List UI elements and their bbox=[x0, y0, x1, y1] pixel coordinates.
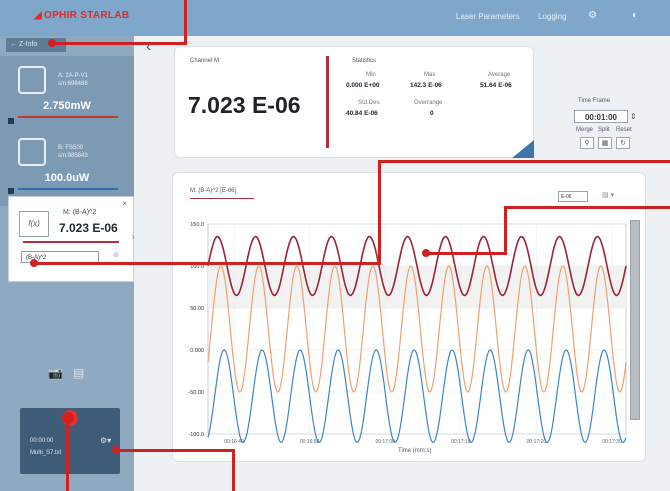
math-channel-color-bar bbox=[23, 241, 119, 243]
sensor-panel-a[interactable]: A: 2A-P-V1 s/n:698488 2.750mW bbox=[0, 56, 134, 134]
y-tick-label: 0.000 bbox=[190, 348, 204, 354]
merge-label: Merge bbox=[576, 127, 594, 133]
chart-title-underline bbox=[190, 198, 254, 199]
callout-line bbox=[184, 0, 187, 44]
sidebar-header-button[interactable]: ← Z-Info bbox=[6, 38, 66, 52]
y-tick-label: 150.0 bbox=[190, 222, 204, 228]
y-tick-label: -100.0 bbox=[188, 432, 204, 438]
sensor-b-value: 100.0uW bbox=[44, 172, 90, 184]
math-channel-panel[interactable]: × f(x) M: (B-A)^2 7.023 E-06 (B-A)^2 ⊘ bbox=[8, 196, 134, 282]
chart-type-menu-icon[interactable]: ▤ ▾ bbox=[602, 191, 614, 199]
stat-min-label: Min bbox=[366, 72, 376, 78]
sensor-a-name: A: 2A-P-V1 bbox=[58, 73, 89, 79]
stat-max-label: Max bbox=[424, 72, 436, 78]
record-time: 00:00:00 bbox=[30, 438, 54, 444]
plot-band bbox=[208, 266, 626, 308]
callout-line bbox=[232, 449, 235, 491]
channel-reading: 7.023 E-06 bbox=[188, 92, 301, 118]
sensor-b-serial: s/n:985843 bbox=[58, 153, 88, 159]
time-frame-stepper-icon[interactable]: ⇕ bbox=[630, 112, 637, 121]
sensor-a-color-bar bbox=[18, 116, 118, 118]
callout-line bbox=[66, 420, 69, 491]
stat-average-value: 51.64 E-06 bbox=[480, 82, 512, 89]
sensor-b-name: B: FS500 bbox=[58, 145, 84, 151]
menu-laser-parameters[interactable]: Laser Parameters bbox=[456, 12, 520, 21]
reset-label: Reset bbox=[616, 127, 632, 133]
clear-formula-icon[interactable]: ⊘ bbox=[113, 251, 119, 259]
stat-max-value: 142.3 E-06 bbox=[410, 82, 442, 89]
stat-stddev-value: 40.84 E-06 bbox=[346, 110, 378, 117]
sensor-panel-b[interactable]: B: FS500 s/n:985843 100.0uW bbox=[0, 128, 134, 206]
plot-area bbox=[207, 223, 627, 435]
power-sensor-icon bbox=[18, 66, 46, 94]
math-channel-title: M: (B-A)^2 bbox=[63, 209, 97, 216]
callout-line bbox=[504, 206, 507, 254]
stat-stddev-label: Std.Dev. bbox=[358, 100, 381, 106]
settings-gear-icon[interactable]: ⚙ bbox=[588, 10, 597, 21]
stat-min-value: 0.000 E+00 bbox=[346, 82, 380, 89]
line-chart[interactable]: 150.0100.050.000.000-50.00-100.000:16:40… bbox=[178, 210, 638, 460]
x-tick-label: 00:17:00 bbox=[375, 439, 395, 445]
close-icon[interactable]: × bbox=[122, 199, 127, 208]
merge-button[interactable]: ⚲ bbox=[580, 137, 594, 149]
callout-dot bbox=[30, 259, 38, 267]
callout-line bbox=[118, 449, 234, 452]
record-filename: Multi_S7.txt bbox=[30, 450, 62, 456]
stat-overrange-value: 0 bbox=[430, 110, 434, 117]
callout-line bbox=[426, 252, 507, 255]
app-logo: ◢ OPHIR STARLAB bbox=[34, 10, 130, 21]
collapse-sidebar-icon[interactable]: ‹ bbox=[146, 38, 151, 56]
reset-button[interactable]: ↻ bbox=[616, 137, 630, 149]
help-icon[interactable]: ◐ bbox=[632, 10, 638, 21]
channel-name: Channel M bbox=[190, 58, 220, 64]
sensor-a-serial: s/n:698488 bbox=[58, 81, 88, 87]
camera-icon[interactable]: 📷 bbox=[48, 366, 63, 380]
math-channel-value: 7.023 E-06 bbox=[59, 221, 118, 235]
split-label: Split bbox=[598, 127, 610, 133]
callout-line bbox=[378, 160, 381, 264]
chart-title: M: (B-A)^2 [E-06] bbox=[190, 188, 237, 194]
stat-average-label: Average bbox=[488, 72, 511, 78]
callout-dot bbox=[422, 249, 430, 257]
menu-logging[interactable]: Logging bbox=[538, 12, 566, 21]
split-button[interactable]: ▦ bbox=[598, 137, 612, 149]
sensor-a-value: 2.750mW bbox=[43, 100, 91, 112]
y-tick-label: 50.00 bbox=[190, 306, 204, 312]
document-icon[interactable]: ▤ bbox=[73, 366, 84, 380]
sensor-b-marker-icon bbox=[8, 188, 14, 194]
time-frame-input[interactable]: 00:01:00 bbox=[574, 110, 628, 123]
time-frame-label: Time Frame bbox=[578, 98, 611, 104]
record-settings-icon[interactable]: ⚙▾ bbox=[100, 436, 111, 445]
x-tick-label: 00:17:30 bbox=[602, 439, 622, 445]
callout-line bbox=[504, 206, 670, 209]
channel-color-divider bbox=[326, 56, 329, 148]
x-tick-label: 00:17:20 bbox=[527, 439, 547, 445]
function-icon: f(x) bbox=[19, 211, 49, 237]
vertical-scrollbar[interactable] bbox=[630, 220, 640, 420]
callout-line bbox=[34, 262, 381, 265]
energy-sensor-icon bbox=[18, 138, 46, 166]
statistics-title: Statistics bbox=[352, 58, 377, 64]
stat-overrange-label: Overrange bbox=[414, 100, 443, 106]
y-tick-label: -50.00 bbox=[188, 390, 204, 396]
x-axis-label: Time (mm:s) bbox=[398, 448, 432, 454]
x-tick-label: 00:17:10 bbox=[451, 439, 471, 445]
sensor-b-color-bar bbox=[18, 188, 118, 190]
callout-dot bbox=[48, 39, 56, 47]
units-dropdown[interactable]: E-06 bbox=[558, 191, 588, 202]
callout-line bbox=[378, 160, 670, 163]
callout-line bbox=[54, 42, 187, 45]
sensor-a-marker-icon bbox=[8, 118, 14, 124]
